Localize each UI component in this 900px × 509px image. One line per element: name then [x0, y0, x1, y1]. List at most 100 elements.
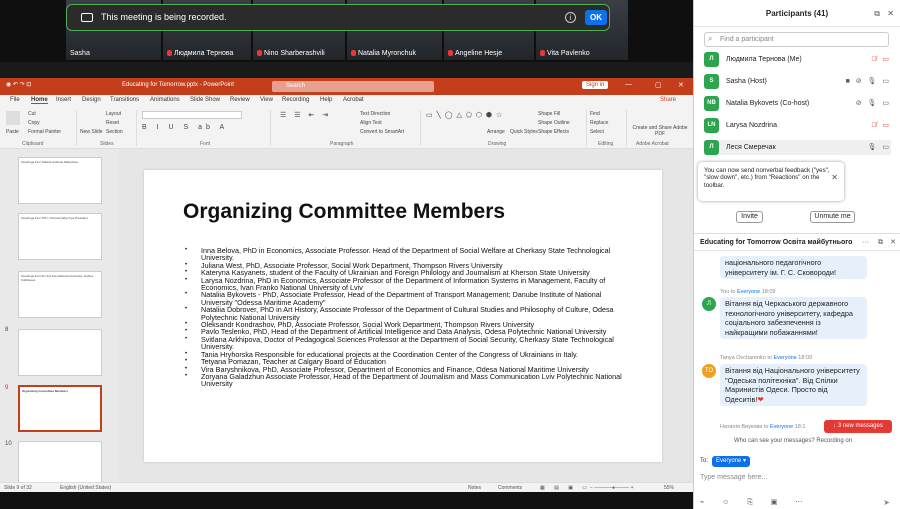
slide-thumbnail[interactable] [18, 329, 102, 376]
group-label: Paragraph [330, 141, 354, 147]
close-icon[interactable]: ✕ [890, 234, 896, 251]
more-icon[interactable]: ··· [862, 234, 869, 251]
slide-thumbnail[interactable]: Greetings from TPU / Khmelnytskyi Kyiv P… [18, 213, 102, 260]
slide-thumbnail[interactable] [18, 441, 102, 488]
close-icon[interactable]: ✕ [678, 81, 684, 89]
tab-recording[interactable]: Recording [282, 97, 309, 103]
participant-row[interactable]: NB Natalia Bykovets (Co-host) ⊘ 🎙 ▭ [704, 96, 891, 111]
mic-muted-icon [167, 50, 172, 56]
maximize-icon[interactable]: ▢ [655, 81, 662, 89]
side-panel: Participants (41) ⧉ ✕ Find a participant… [693, 0, 900, 509]
notes-button[interactable]: Notes [468, 485, 481, 491]
tab-insert[interactable]: Insert [56, 97, 71, 103]
recipient-value: Everyone [716, 458, 742, 464]
tab-transitions[interactable]: Transitions [110, 97, 139, 103]
paste-icon[interactable] [6, 111, 20, 125]
slide-number: 10 [5, 441, 12, 447]
info-icon[interactable]: i [565, 12, 576, 23]
who-can-see-link[interactable]: Who can see your messages? Recording on [734, 438, 852, 444]
tab-home[interactable]: Home [31, 97, 48, 104]
participant-row[interactable]: S Sasha (Host) ■ ⊘ 🎙 ▭ [704, 74, 891, 89]
comments-button[interactable]: Comments [498, 485, 522, 491]
paste-button[interactable]: Paste [6, 129, 19, 135]
tab-help[interactable]: Help [320, 97, 332, 103]
tab-view[interactable]: View [260, 97, 273, 103]
slide-thumbnail[interactable]: Greetings from the 3rd International Uni… [18, 271, 102, 318]
participant-row[interactable]: LN Larysa Nozdrina 🎙̸ ▭ [704, 118, 891, 133]
close-tip-icon[interactable]: ✕ [831, 173, 838, 181]
committee-list[interactable]: Inna Belova, PhD in Economics, Associate… [185, 247, 625, 388]
new-slide-button[interactable]: New Slide [80, 129, 103, 135]
zoom-slider[interactable]: − ─────●──── + [590, 485, 634, 491]
ribbon-search[interactable]: Search [272, 81, 434, 92]
layout-button[interactable]: Layout [106, 111, 121, 117]
group-label: Adobe Acrobat [636, 141, 669, 147]
share-button[interactable]: Share [660, 97, 676, 103]
language-indicator[interactable]: English (United States) [60, 485, 111, 491]
chat-input[interactable]: Type message here... [700, 474, 767, 481]
participant-row[interactable]: Л Леся Смеречак 🎙 ▭ [704, 140, 891, 155]
thumb-title: Greetings from TPU / Khmelnytskyi Kyiv P… [21, 216, 88, 220]
tab-acrobat[interactable]: Acrobat [343, 97, 364, 103]
recipient-selector[interactable]: Everyone ▾ [712, 456, 751, 467]
ribbon-tabs: File Home Insert Design Transitions Anim… [0, 95, 693, 107]
cut-button[interactable]: Cut [28, 111, 36, 117]
new-messages-button[interactable]: ↓ 3 new messages [824, 420, 892, 433]
shape-fill-button[interactable]: Shape Fill [538, 111, 560, 117]
unmute-me-button[interactable]: Unmute me [810, 211, 855, 223]
popout-icon[interactable]: ⧉ [878, 234, 883, 251]
close-icon[interactable]: ✕ [887, 0, 894, 27]
align-text-button[interactable]: Align Text [360, 120, 382, 126]
send-icon[interactable]: ➤ [883, 498, 890, 507]
divider [420, 110, 421, 146]
copy-button[interactable]: Copy [28, 120, 40, 126]
shapes-gallery[interactable]: ▭ ╲ ◯ △ ⬠ ⬡ ⬢ ☆ [426, 111, 503, 119]
invite-button[interactable]: Invite [736, 211, 763, 223]
find-button[interactable]: Find [590, 111, 600, 117]
section-button[interactable]: Section [106, 129, 123, 135]
slide-title[interactable]: Organizing Committee Members [183, 200, 505, 224]
sign-in-button[interactable]: Sign in [582, 81, 609, 89]
popout-icon[interactable]: ⧉ [874, 0, 880, 27]
tab-design[interactable]: Design [82, 97, 101, 103]
select-button[interactable]: Select [590, 129, 604, 135]
tile-name: Natalia Myronchuk [358, 50, 416, 57]
participants-header: Participants (41) ⧉ ✕ [694, 0, 900, 27]
slide-number: 8 [5, 327, 9, 333]
list-icons[interactable]: ☰ ☰ ⇤ ⇥ [280, 111, 331, 119]
replace-button[interactable]: Replace [590, 120, 608, 126]
tab-review[interactable]: Review [230, 97, 250, 103]
participant-row[interactable]: Л Людмила Тернова (Me) 🎙̸ ▭ [704, 52, 891, 67]
font-format-icons[interactable]: B I U S ab A [142, 124, 228, 131]
participant-name: Леся Смеречак [726, 144, 776, 151]
divider [76, 110, 77, 146]
tab-animations[interactable]: Animations [150, 97, 180, 103]
reset-button[interactable]: Reset [106, 120, 119, 126]
text-direction-button[interactable]: Text Direction [360, 111, 390, 117]
sender: Tanya Ovcharenko [720, 355, 766, 361]
minimize-icon[interactable]: — [625, 81, 632, 88]
shape-outline-button[interactable]: Shape Outline [538, 120, 570, 126]
tab-file[interactable]: File [10, 97, 20, 103]
ok-button[interactable]: OK [585, 10, 607, 25]
autosave-icon[interactable]: ◉ ↶ ↷ ⊡ [6, 81, 31, 88]
view-icons[interactable]: ▦ ▤ ▣ ▭ [540, 485, 591, 491]
chat-tools[interactable]: ⌁ ☺ ⎘ ▣ ⋯ [700, 498, 810, 507]
recipient: Everyone [736, 289, 761, 295]
tab-slide-show[interactable]: Slide Show [190, 97, 220, 103]
convert-smartart-button[interactable]: Convert to SmartArt [360, 129, 404, 135]
font-selector[interactable] [142, 111, 242, 119]
slide-thumbnail[interactable]: Greetings from Tatiana Andreas Makydova [18, 157, 102, 204]
shape-effects-button[interactable]: Shape Effects [538, 129, 569, 135]
tile-name: Vita Pavlenko [547, 50, 590, 57]
format-painter-button[interactable]: Format Painter [28, 129, 61, 135]
quick-styles-button[interactable]: Quick Styles [510, 129, 538, 135]
mic-muted-icon [257, 50, 262, 56]
participant-search[interactable]: Find a participant [704, 32, 889, 47]
create-share-pdf-button[interactable]: Create and Share Adobe PDF [632, 125, 688, 137]
arrange-button[interactable]: Arrange [487, 129, 505, 135]
mic-muted-icon [351, 50, 356, 56]
slide-thumbnail-selected[interactable]: Organizing Committee Members [18, 385, 102, 432]
slide-canvas[interactable]: Organizing Committee Members Inna Belova… [144, 170, 662, 462]
thumb-title: Greetings from the 3rd International Uni… [21, 274, 93, 282]
